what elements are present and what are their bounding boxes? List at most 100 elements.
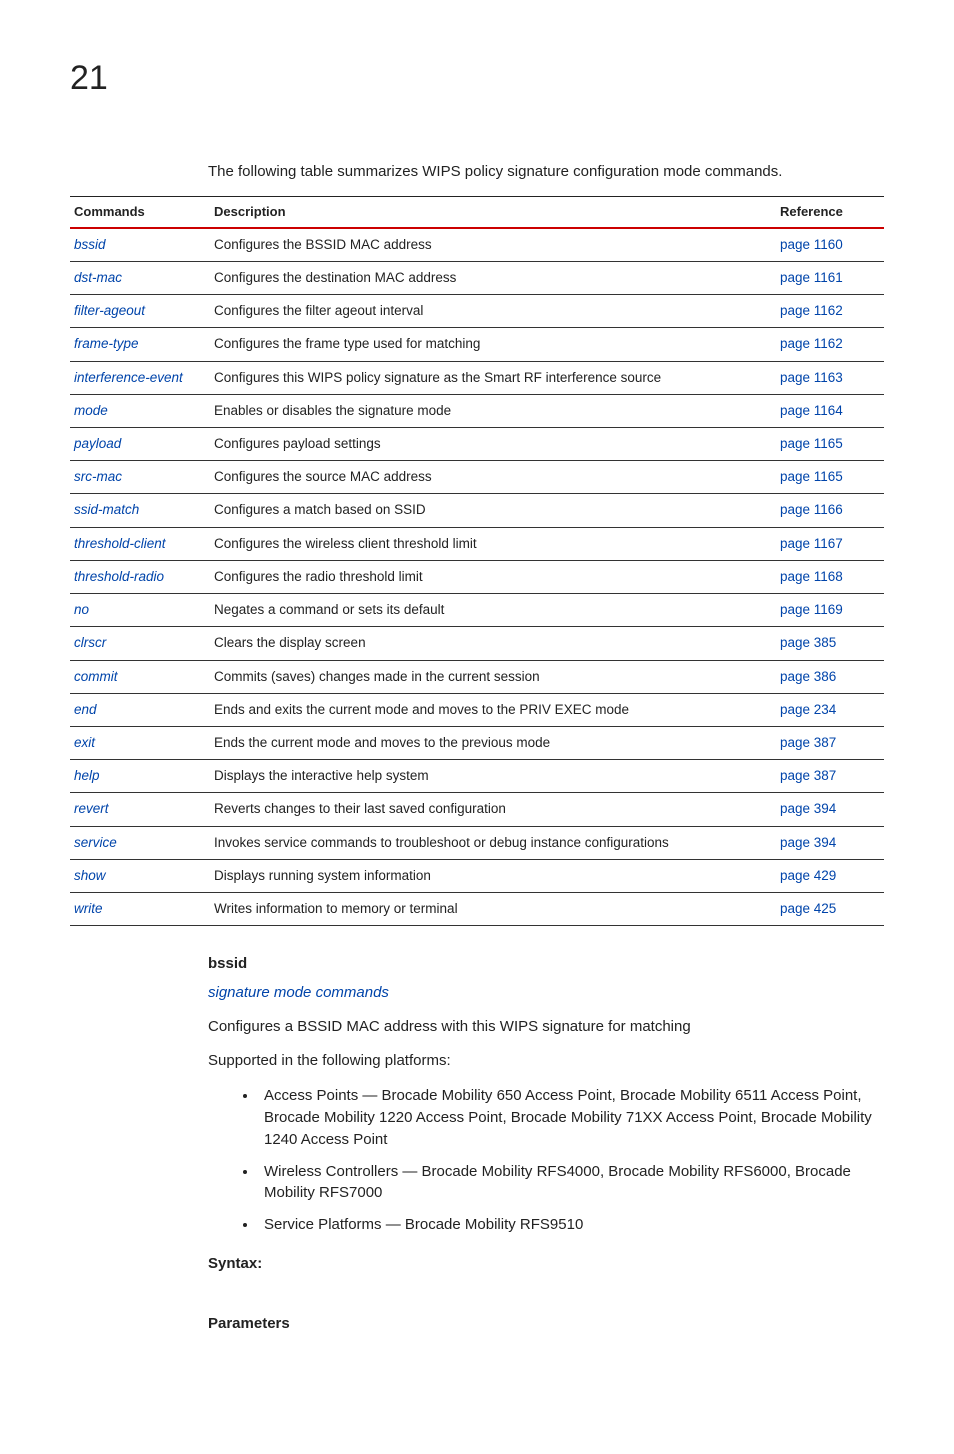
command-link[interactable]: src-mac [74,469,122,484]
th-description: Description [210,197,776,228]
section-description: Configures a BSSID MAC address with this… [208,1017,884,1037]
table-row: interference-event Configures this WIPS p… [70,361,884,394]
page-reference-link[interactable]: page 385 [780,635,836,650]
table-header-row: Commands Description Reference [70,197,884,228]
page-reference-link[interactable]: page 387 [780,735,836,750]
list-item: Wireless Controllers — Brocade Mobility … [258,1161,884,1205]
command-link[interactable]: frame-type [74,336,139,351]
command-link[interactable]: threshold-radio [74,569,164,584]
command-link[interactable]: dst-mac [74,270,122,285]
page-reference-link[interactable]: page 1169 [780,602,843,617]
page-reference-link[interactable]: page 1165 [780,436,843,451]
command-description: Writes information to memory or terminal [210,893,776,926]
page-reference-link[interactable]: page 1164 [780,403,843,418]
section-parent-link[interactable]: signature mode commands [208,983,884,1003]
table-row: threshold-radio Configures the radio thre… [70,560,884,593]
table-row: filter-ageout Configures the filter ageou… [70,295,884,328]
command-link[interactable]: clrscr [74,635,106,650]
command-description: Clears the display screen [210,627,776,660]
table-row: frame-type Configures the frame type used… [70,328,884,361]
table-row: help Displays the interactive help system… [70,760,884,793]
command-description: Configures the radio threshold limit [210,560,776,593]
command-link[interactable]: exit [74,735,95,750]
th-reference: Reference [776,197,884,228]
th-commands: Commands [70,197,210,228]
command-description: Configures the source MAC address [210,461,776,494]
page-reference-link[interactable]: page 387 [780,768,836,783]
command-description: Configures the frame type used for match… [210,328,776,361]
command-description: Configures the destination MAC address [210,261,776,294]
command-link[interactable]: service [74,835,117,850]
command-description: Enables or disables the signature mode [210,394,776,427]
page-reference-link[interactable]: page 1160 [780,237,843,252]
command-link[interactable]: no [74,602,89,617]
page-reference-link[interactable]: page 394 [780,801,836,816]
page-reference-link[interactable]: page 234 [780,702,836,717]
command-link[interactable]: interference-event [74,370,183,385]
command-link[interactable]: show [74,868,106,883]
page-reference-link[interactable]: page 1162 [780,303,843,318]
command-description: Configures the filter ageout interval [210,295,776,328]
intro-paragraph: The following table summarizes WIPS poli… [208,162,884,182]
table-row: exit Ends the current mode and moves to t… [70,726,884,759]
chapter-number: 21 [70,56,884,102]
page-reference-link[interactable]: page 1168 [780,569,843,584]
page-reference-link[interactable]: page 1165 [780,469,843,484]
command-link[interactable]: bssid [74,237,106,252]
table-row: commit Commits (saves) changes made in th… [70,660,884,693]
command-link[interactable]: threshold-client [74,536,166,551]
command-description: Configures payload settings [210,428,776,461]
command-link[interactable]: filter-ageout [74,303,145,318]
table-row: noNegates a command or sets its defaultp… [70,594,884,627]
parameters-label: Parameters [208,1314,884,1334]
command-description: Configures the BSSID MAC address [210,228,776,262]
table-row: mode Enables or disables the signature mo… [70,394,884,427]
page-reference-link[interactable]: page 1162 [780,336,843,351]
page-reference-link[interactable]: page 1166 [780,502,843,517]
table-row: dst-mac Configures the destination MAC ad… [70,261,884,294]
command-description: Reverts changes to their last saved conf… [210,793,776,826]
page-reference-link[interactable]: page 394 [780,835,836,850]
list-item: Access Points — Brocade Mobility 650 Acc… [258,1085,884,1150]
command-link[interactable]: write [74,901,103,916]
command-description: Displays running system information [210,859,776,892]
command-description: Invokes service commands to troubleshoot… [210,826,776,859]
command-description: Ends and exits the current mode and move… [210,693,776,726]
section-title: bssid [208,954,884,974]
command-link[interactable]: revert [74,801,109,816]
table-row: end Ends and exits the current mode and m… [70,693,884,726]
command-link[interactable]: mode [74,403,108,418]
section-supported: Supported in the following platforms: [208,1051,884,1071]
page-reference-link[interactable]: page 425 [780,901,836,916]
command-link[interactable]: end [74,702,97,717]
table-row: threshold-client Configures the wireless … [70,527,884,560]
command-link[interactable]: ssid-match [74,502,139,517]
command-description: Configures a match based on SSID [210,494,776,527]
table-row: show Displays running system information p… [70,859,884,892]
table-row: ssid-match Configures a match based on SS… [70,494,884,527]
table-row: revert Reverts changes to their last save… [70,793,884,826]
table-row: service Invokes service commands to troub… [70,826,884,859]
commands-table: Commands Description Reference bssid Conf… [70,196,884,926]
command-description: Ends the current mode and moves to the p… [210,726,776,759]
command-description: Displays the interactive help system [210,760,776,793]
platform-list: Access Points — Brocade Mobility 650 Acc… [208,1085,884,1236]
table-row: bssid Configures the BSSID MAC address pag… [70,228,884,262]
command-link[interactable]: commit [74,669,118,684]
section-bssid: bssid signature mode commands Configures… [208,954,884,1334]
page-reference-link[interactable]: page 1167 [780,536,843,551]
command-description: Commits (saves) changes made in the curr… [210,660,776,693]
page-reference-link[interactable]: page 386 [780,669,836,684]
list-item: Service Platforms — Brocade Mobility RFS… [258,1214,884,1236]
table-row: payload Configures payload settings page 1… [70,428,884,461]
table-row: src-mac Configures the source MAC address… [70,461,884,494]
page-reference-link[interactable]: page 429 [780,868,836,883]
table-row: clrscr Clears the display screen page 385 [70,627,884,660]
command-link[interactable]: payload [74,436,121,451]
command-description: Configures this WIPS policy signature as… [210,361,776,394]
table-row: write Writes information to memory or ter… [70,893,884,926]
command-description: Configures the wireless client threshold… [210,527,776,560]
page-reference-link[interactable]: page 1161 [780,270,843,285]
command-link[interactable]: help [74,768,100,783]
page-reference-link[interactable]: page 1163 [780,370,843,385]
